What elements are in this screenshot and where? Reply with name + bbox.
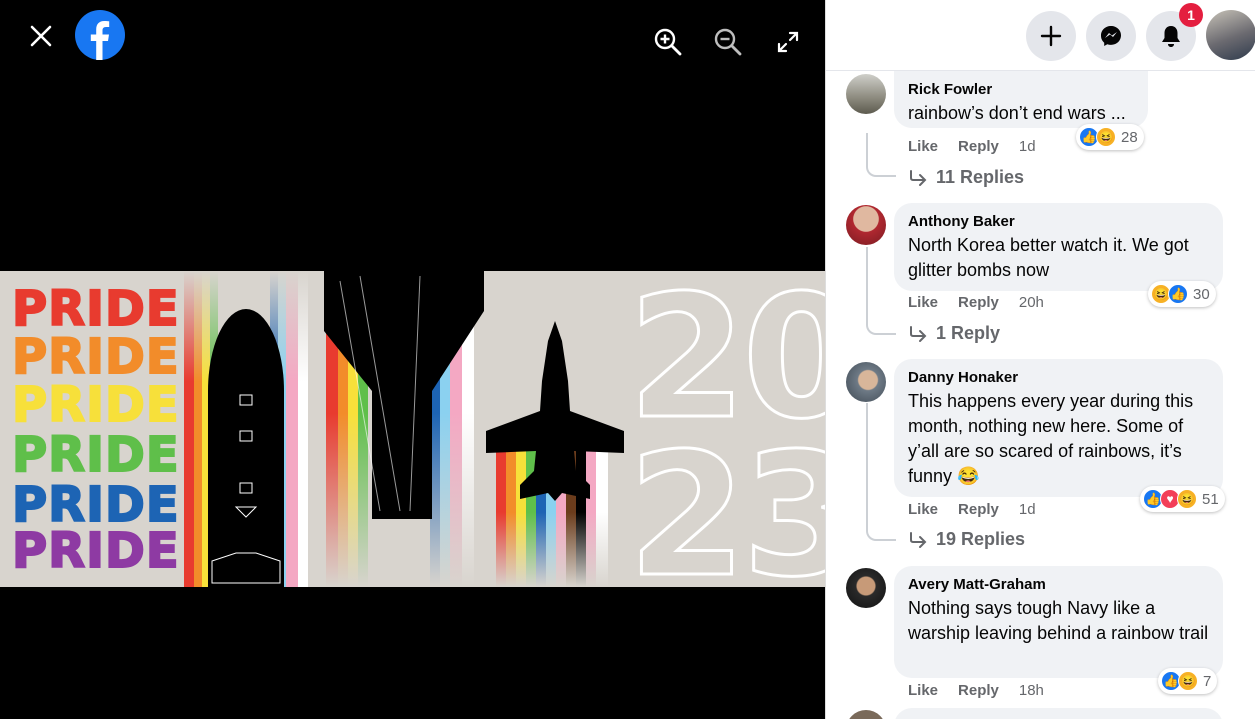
reaction-count: 30 <box>1193 285 1210 303</box>
like-button[interactable]: Like <box>908 138 938 155</box>
comment-actions: Like Reply 1d <box>908 501 1056 518</box>
commenter-name[interactable]: Danny Honaker <box>908 367 1211 389</box>
like-button[interactable]: Like <box>908 501 938 518</box>
replies-label: 11 Replies <box>936 167 1025 187</box>
reply-button[interactable]: Reply <box>958 138 999 155</box>
like-button[interactable]: Like <box>908 682 938 699</box>
view-replies-button[interactable]: 11 Replies <box>908 167 1024 188</box>
commenter-name[interactable]: Avery Matt-Graham <box>908 574 1211 596</box>
comment-time[interactable]: 1d <box>1019 138 1036 155</box>
like-reaction-icon: 👍 <box>1168 284 1188 304</box>
comment-time[interactable]: 20h <box>1019 294 1044 311</box>
comment-text: North Korea better watch it. We got glit… <box>908 235 1189 280</box>
replies-label: 19 Replies <box>936 529 1026 549</box>
comment-text: Nothing says tough Navy like a warship l… <box>908 598 1209 643</box>
like-button[interactable]: Like <box>908 294 938 311</box>
notification-badge: 1 <box>1179 3 1203 27</box>
view-replies-button[interactable]: 1 Reply <box>908 323 1000 344</box>
reply-button[interactable]: Reply <box>958 294 999 311</box>
reply-arrow-icon <box>910 531 927 548</box>
reply-button[interactable]: Reply <box>958 501 999 518</box>
thread-line <box>866 403 896 541</box>
create-button[interactable] <box>1026 11 1076 61</box>
thread-line <box>866 247 896 335</box>
thread-line <box>866 133 896 177</box>
facebook-logo-icon[interactable] <box>75 10 125 60</box>
view-replies-button[interactable]: 19 Replies <box>908 529 1025 550</box>
reaction-summary[interactable]: 👍 😆 7 <box>1158 668 1218 694</box>
reaction-summary[interactable]: 😆 👍 30 <box>1148 281 1216 307</box>
comment-bubble: Danny Honaker This happens every year du… <box>894 359 1223 497</box>
messenger-icon <box>1101 26 1121 46</box>
haha-reaction-icon: 😆 <box>1177 489 1197 509</box>
reaction-count: 28 <box>1121 128 1138 146</box>
post-image: PRIDE PRIDE PRIDE PRIDE PRIDE PRIDE 20 2… <box>0 271 825 587</box>
zoom-out-icon[interactable] <box>708 22 748 62</box>
comments-panel: 1 Rick Fowler rainbow’s don’t end wars .… <box>825 0 1255 719</box>
comment-time[interactable]: 18h <box>1019 682 1044 699</box>
commenter-avatar[interactable] <box>846 568 886 608</box>
reaction-summary[interactable]: 👍 ♥ 😆 51 <box>1140 486 1225 512</box>
bell-icon <box>1162 26 1180 47</box>
reply-arrow-icon <box>910 169 927 186</box>
commenter-avatar[interactable] <box>846 205 886 245</box>
commenter-avatar[interactable] <box>846 710 886 719</box>
haha-reaction-icon: 😆 <box>1096 127 1116 147</box>
reaction-summary[interactable]: 👍 😆 28 <box>1076 124 1144 150</box>
replies-label: 1 Reply <box>936 323 1001 343</box>
account-avatar[interactable] <box>1206 10 1255 60</box>
photo-viewer: PRIDE PRIDE PRIDE PRIDE PRIDE PRIDE 20 2… <box>0 0 825 719</box>
haha-reaction-icon: 😆 <box>1178 671 1198 691</box>
reply-button[interactable]: Reply <box>958 682 999 699</box>
reply-arrow-icon <box>910 325 927 342</box>
comment-actions: Like Reply 18h <box>908 682 1064 699</box>
comment-bubble: Anthony Baker North Korea better watch i… <box>894 203 1223 291</box>
fullscreen-icon[interactable] <box>768 22 808 62</box>
comment-bubble: Avery Matt-Graham Nothing says tough Nav… <box>894 566 1223 678</box>
year-bottom: 23 <box>627 417 825 588</box>
comment-bubble <box>894 708 1223 719</box>
comment-text: This happens every year during this mont… <box>908 391 1194 486</box>
reaction-count: 7 <box>1203 672 1212 690</box>
reaction-count: 51 <box>1202 490 1219 508</box>
comment-bubble: Rick Fowler rainbow’s don’t end wars ... <box>894 71 1148 128</box>
close-icon[interactable] <box>22 17 60 55</box>
comment-text: rainbow’s don’t end wars ... <box>908 103 1126 123</box>
commenter-avatar[interactable] <box>846 362 886 402</box>
messenger-button[interactable] <box>1086 11 1136 61</box>
comment-actions: Like Reply 1d <box>908 138 1056 155</box>
comment-actions: Like Reply 20h <box>908 294 1064 311</box>
commenter-name[interactable]: Rick Fowler <box>908 79 1136 101</box>
comment-time[interactable]: 1d <box>1019 501 1036 518</box>
plus-icon <box>1040 25 1062 47</box>
zoom-in-icon[interactable] <box>648 22 688 62</box>
commenter-avatar[interactable] <box>846 74 886 114</box>
commenter-name[interactable]: Anthony Baker <box>908 211 1211 233</box>
